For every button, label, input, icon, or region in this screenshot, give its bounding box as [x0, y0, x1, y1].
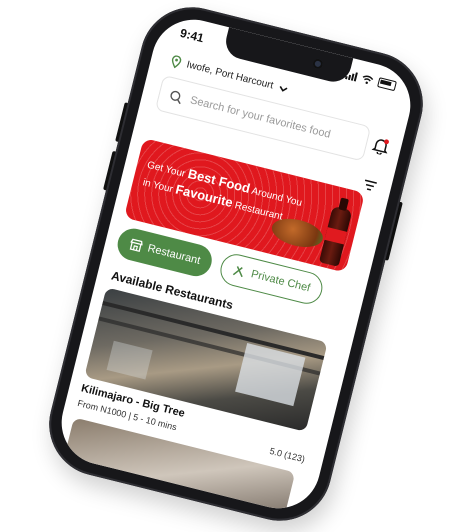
restaurant-rating: 5.0 (123) — [268, 445, 306, 465]
bell-icon[interactable] — [371, 136, 391, 156]
battery-icon — [377, 77, 397, 92]
tab-restaurant-label: Restaurant — [146, 242, 202, 268]
filter-icon[interactable] — [362, 179, 378, 193]
chef-icon — [233, 265, 244, 277]
phone-mockup: 9:41 Iwofe, Port Harcourt Search for you… — [38, 0, 434, 532]
wifi-icon — [362, 75, 374, 84]
tab-private-chef-label: Private Chef — [249, 268, 312, 295]
banner-text-part: Get Your — [145, 159, 187, 180]
app-screen: 9:41 Iwofe, Port Harcourt Search for you… — [52, 10, 420, 518]
status-time: 9:41 — [178, 25, 206, 46]
chevron-down-icon — [279, 85, 288, 92]
search-icon — [170, 90, 181, 104]
store-icon — [129, 238, 143, 252]
status-icons — [345, 69, 397, 92]
location-pin-icon — [171, 55, 182, 69]
camera — [311, 57, 324, 70]
search-placeholder: Search for your favorites food — [188, 94, 332, 141]
